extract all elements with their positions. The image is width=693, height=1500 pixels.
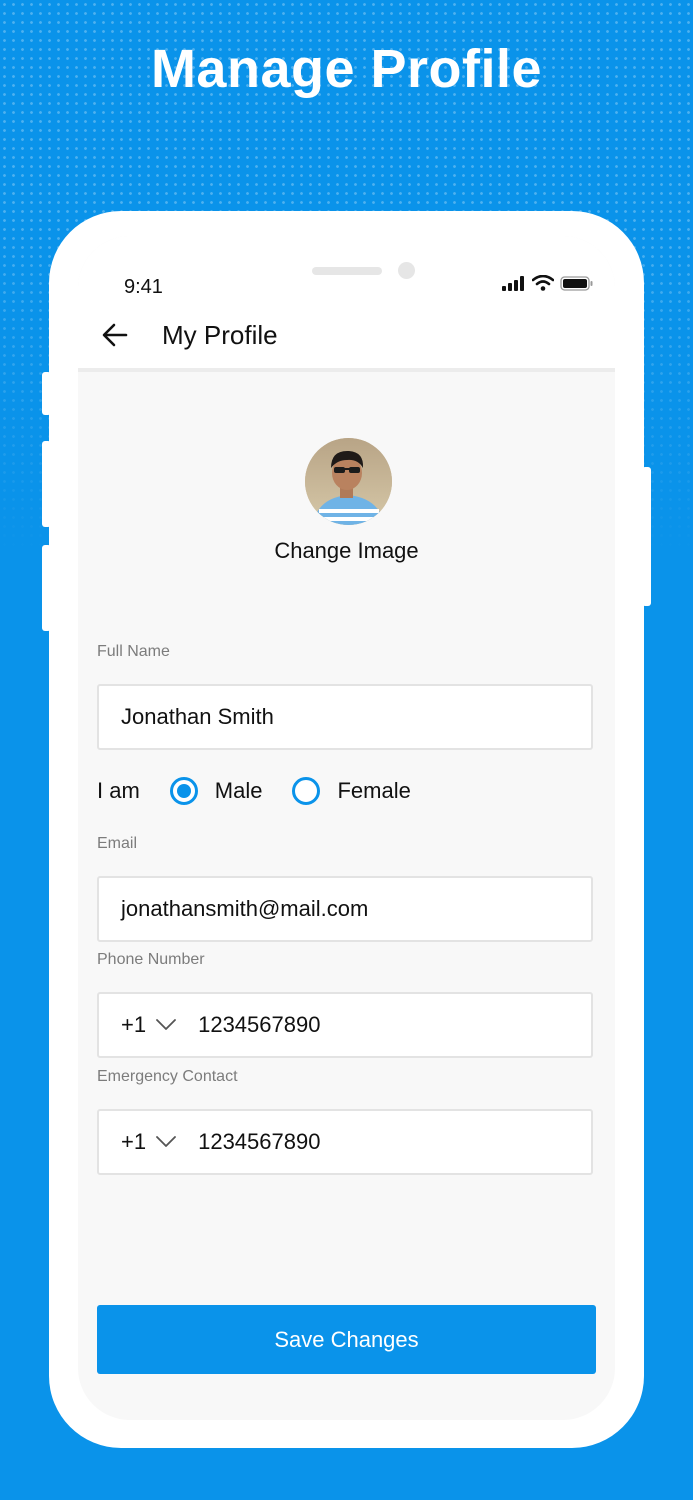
battery-icon bbox=[560, 275, 593, 291]
gender-selector: I am Male Female bbox=[97, 775, 411, 807]
email-value: jonathansmith@mail.com bbox=[121, 896, 369, 921]
page-title: My Profile bbox=[162, 320, 278, 350]
save-changes-button[interactable]: Save Changes bbox=[97, 1305, 596, 1374]
phone-value: 1234567890 bbox=[198, 1012, 321, 1037]
change-image-button[interactable]: Change Image bbox=[78, 538, 615, 564]
front-camera bbox=[398, 262, 415, 279]
status-icons bbox=[502, 275, 594, 291]
gender-label: I am bbox=[97, 778, 140, 803]
phone-field[interactable]: +1 1234567890 bbox=[97, 992, 593, 1058]
country-code-value: +1 bbox=[121, 1012, 147, 1037]
country-code-value: +1 bbox=[121, 1129, 147, 1154]
phone-frame: 9:41 My Profile Change Image Full Name J… bbox=[49, 211, 644, 1448]
gender-option-male[interactable]: Male bbox=[169, 777, 263, 805]
gender-option-label: Male bbox=[214, 778, 263, 803]
full-name-value: Jonathan Smith bbox=[121, 704, 274, 729]
arrow-left-icon[interactable] bbox=[100, 320, 130, 350]
radio-unselected-icon[interactable] bbox=[292, 777, 321, 805]
email-field[interactable]: jonathansmith@mail.com bbox=[97, 876, 593, 942]
chevron-down-icon bbox=[156, 1019, 176, 1030]
avatar[interactable] bbox=[305, 438, 392, 525]
header-divider bbox=[78, 368, 615, 372]
top-bar: 9:41 My Profile bbox=[78, 236, 615, 369]
emergency-contact-value: 1234567890 bbox=[198, 1129, 321, 1154]
emergency-contact-field[interactable]: +1 1234567890 bbox=[97, 1109, 593, 1175]
wifi-icon bbox=[532, 275, 554, 291]
emergency-country-code-select[interactable]: +1 bbox=[121, 1129, 176, 1155]
speaker-grille bbox=[312, 267, 382, 275]
app-screen: 9:41 My Profile Change Image Full Name J… bbox=[78, 236, 615, 1420]
status-time: 9:41 bbox=[124, 276, 163, 298]
signal-icon bbox=[502, 275, 524, 291]
chevron-down-icon bbox=[156, 1136, 176, 1147]
gender-option-female[interactable]: Female bbox=[292, 777, 411, 805]
phone-label: Phone Number bbox=[97, 951, 205, 968]
full-name-field[interactable]: Jonathan Smith bbox=[97, 684, 593, 750]
email-label: Email bbox=[97, 835, 138, 852]
full-name-label: Full Name bbox=[97, 643, 170, 660]
phone-country-code-select[interactable]: +1 bbox=[121, 1012, 176, 1038]
hero-title: Manage Profile bbox=[150, 39, 543, 99]
gender-option-label: Female bbox=[337, 778, 411, 803]
emergency-contact-label: Emergency Contact bbox=[97, 1068, 238, 1085]
radio-selected-icon[interactable] bbox=[169, 777, 198, 805]
